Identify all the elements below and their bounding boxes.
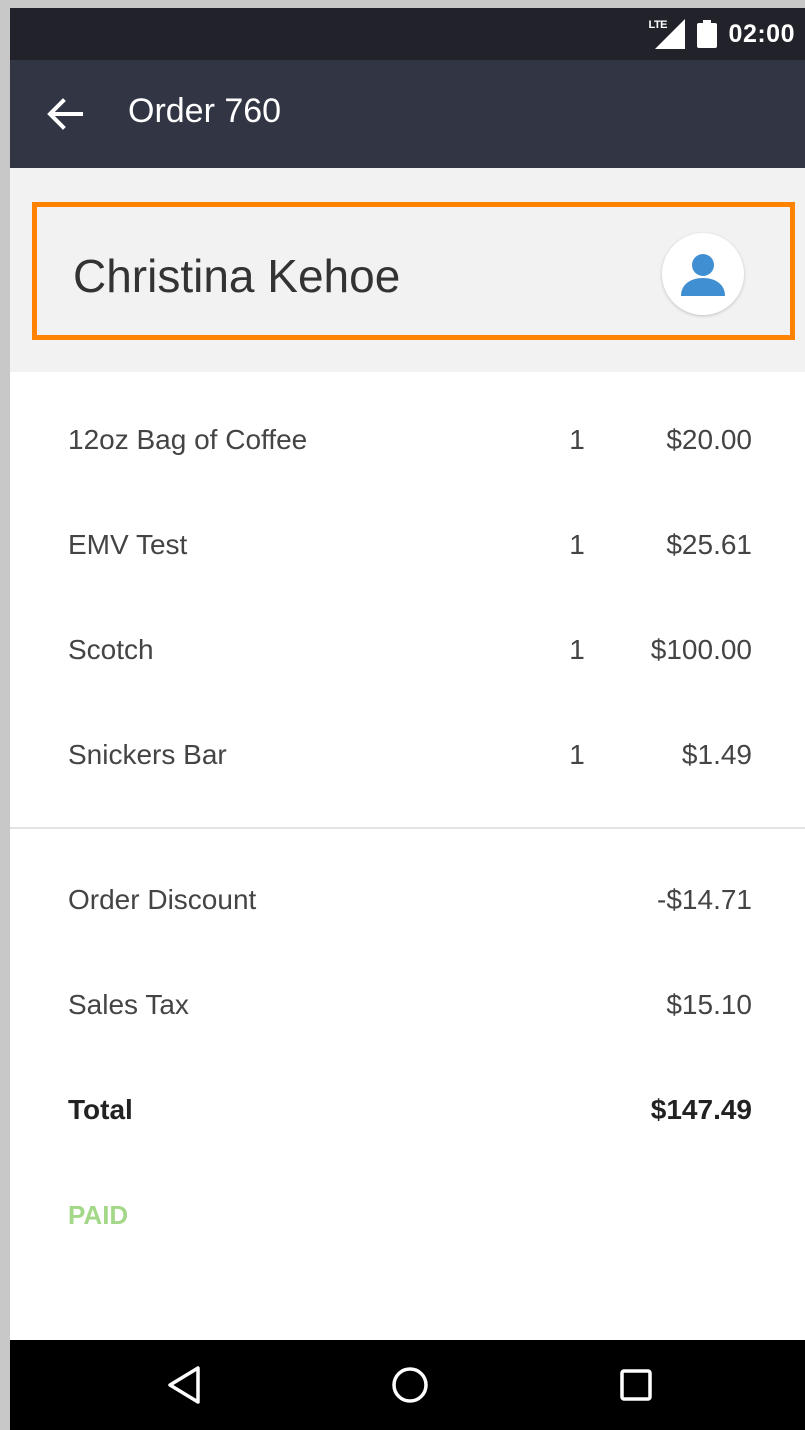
back-button[interactable] [40, 89, 90, 139]
page-title: Order 760 [128, 92, 282, 130]
line-items-list: 12oz Bag of Coffee 1 $20.00 EMV Test 1 $… [10, 388, 805, 808]
status-icons: LTE 02:00 [649, 8, 795, 60]
customer-name: Christina Kehoe [73, 250, 401, 302]
battery-icon [696, 20, 717, 48]
nav-recents-button[interactable] [606, 1355, 666, 1415]
avatar[interactable] [662, 233, 744, 315]
item-price: $1.49 [681, 739, 752, 770]
item-quantity: 1 [569, 739, 585, 770]
item-quantity: 1 [569, 529, 585, 560]
person-icon [681, 254, 725, 296]
system-nav-bar [10, 1340, 805, 1430]
phone-screen: LTE 02:00 Order 760 Christina Kehoe 12oz… [10, 8, 805, 1430]
item-quantity: 1 [569, 424, 585, 455]
tax-value: $15.10 [666, 989, 752, 1020]
total-value: $147.49 [650, 1094, 752, 1125]
item-price: $100.00 [650, 634, 752, 665]
item-price: $20.00 [666, 424, 752, 455]
recents-square-icon [620, 1369, 652, 1401]
item-name: 12oz Bag of Coffee [68, 424, 308, 455]
list-item[interactable]: Snickers Bar 1 $1.49 [10, 703, 805, 808]
divider [10, 827, 805, 829]
tax-label: Sales Tax [68, 989, 189, 1020]
total-row: Total $147.49 [10, 1058, 805, 1163]
item-name: Scotch [68, 634, 154, 665]
lte-signal-icon: LTE [649, 19, 685, 49]
customer-highlight-box[interactable]: Christina Kehoe [32, 202, 795, 340]
discount-row: Order Discount -$14.71 [10, 848, 805, 953]
list-item[interactable]: Scotch 1 $100.00 [10, 598, 805, 703]
total-label: Total [68, 1094, 133, 1125]
customer-section: Christina Kehoe [10, 168, 805, 372]
item-name: Snickers Bar [68, 739, 227, 770]
status-bar: LTE 02:00 [10, 8, 805, 60]
network-label: LTE [648, 19, 668, 31]
discount-value: -$14.71 [657, 884, 752, 915]
app-bar: Order 760 [10, 60, 805, 168]
status-badge: PAID [68, 1200, 129, 1230]
nav-back-button[interactable] [154, 1355, 214, 1415]
nav-home-button[interactable] [380, 1355, 440, 1415]
back-triangle-icon [168, 1366, 200, 1404]
item-name: EMV Test [68, 529, 188, 560]
list-item[interactable]: 12oz Bag of Coffee 1 $20.00 [10, 388, 805, 493]
item-price: $25.61 [666, 529, 752, 560]
status-time: 02:00 [728, 19, 795, 48]
order-summary: Order Discount -$14.71 Sales Tax $15.10 … [10, 848, 805, 1163]
discount-label: Order Discount [68, 884, 257, 915]
home-circle-icon [392, 1367, 428, 1403]
list-item[interactable]: EMV Test 1 $25.61 [10, 493, 805, 598]
item-quantity: 1 [569, 634, 585, 665]
tax-row: Sales Tax $15.10 [10, 953, 805, 1058]
arrow-left-icon [47, 98, 83, 130]
